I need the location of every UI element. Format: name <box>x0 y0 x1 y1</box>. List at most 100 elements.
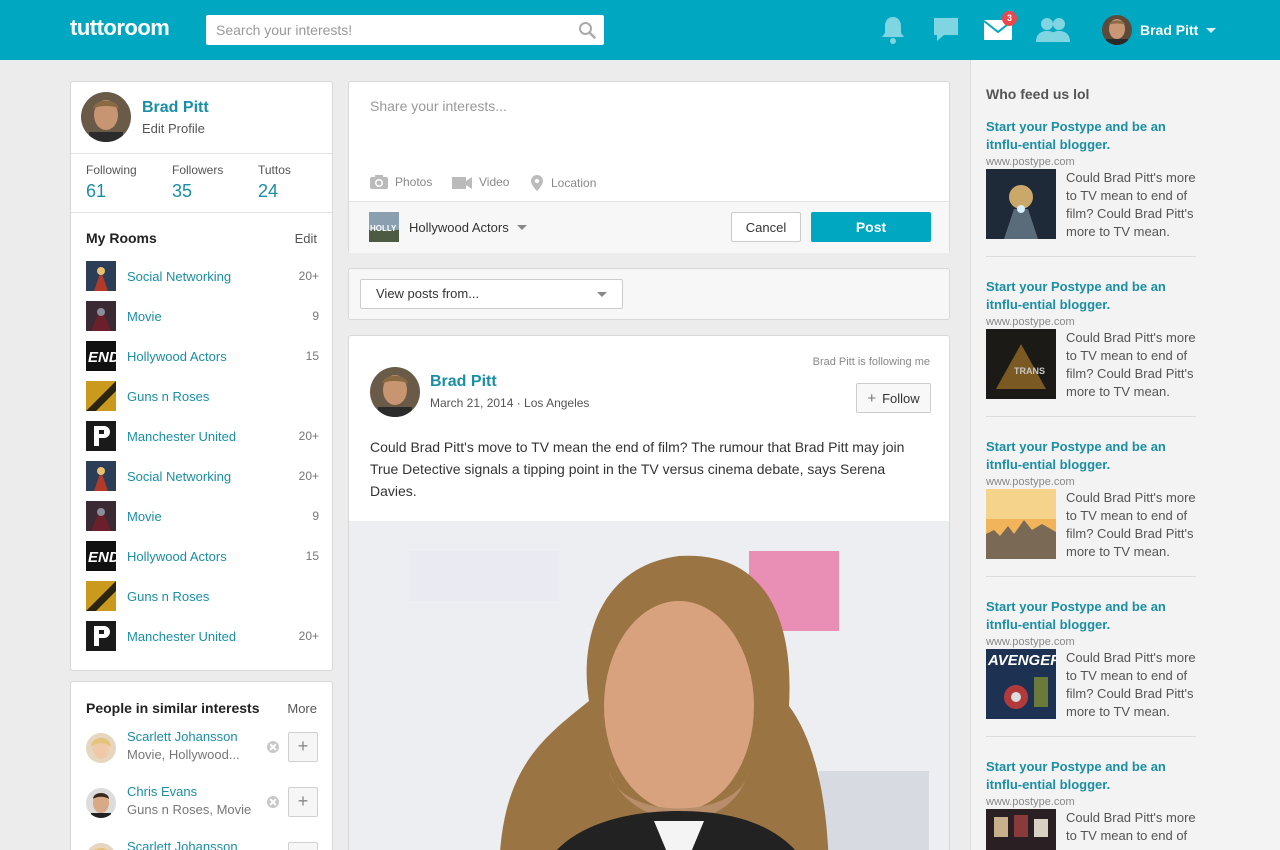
feed-item[interactable]: Start your Postype and be an itnflu-enti… <box>986 278 1196 418</box>
stat-tuttos[interactable]: Tuttos 24 <box>258 163 291 202</box>
room-item[interactable]: Social Networking 20+ <box>86 261 319 291</box>
divider <box>71 212 332 213</box>
room-thumbnail: END <box>86 341 116 371</box>
feed-item[interactable]: Start your Postype and be an itnflu-enti… <box>986 598 1196 738</box>
room-count: 20+ <box>298 469 319 483</box>
profile-card: Brad Pitt Edit Profile Following 61 Foll… <box>70 81 333 671</box>
camera-icon <box>370 175 388 189</box>
feed-title[interactable]: Start your Postype and be an itnflu-enti… <box>986 118 1196 154</box>
room-item[interactable]: Guns n Roses <box>86 381 319 411</box>
chevron-down-icon <box>1206 27 1217 33</box>
attach-photos-button[interactable]: Photos <box>369 174 432 190</box>
feed-description: Could Brad Pitt's more to TV mean to end… <box>1066 490 1196 559</box>
person-interests: Movie, Hollywood... <box>127 747 240 762</box>
room-item[interactable]: Manchester United 20+ <box>86 421 319 451</box>
chat-icon[interactable] <box>932 14 960 46</box>
feed-title[interactable]: Start your Postype and be an itnflu-enti… <box>986 438 1196 474</box>
stat-label: Following <box>86 163 137 177</box>
attach-location-button[interactable]: Location <box>529 174 596 192</box>
feed-url: www.postype.com <box>986 476 1075 488</box>
mail-badge: 3 <box>1002 11 1017 26</box>
person-name[interactable]: Scarlett Johansson <box>127 839 238 850</box>
divider <box>986 736 1196 737</box>
feed-title[interactable]: Start your Postype and be an itnflu-enti… <box>986 598 1196 634</box>
room-name: Movie <box>127 308 162 324</box>
profile-avatar[interactable] <box>81 92 131 142</box>
dismiss-icon[interactable] <box>267 796 279 808</box>
room-select[interactable]: HOLLY Hollywood Actors <box>369 212 527 242</box>
room-name: Guns n Roses <box>127 588 210 604</box>
add-person-button[interactable]: + <box>288 842 318 850</box>
room-item[interactable]: Movie 9 <box>86 501 319 531</box>
edit-profile-link[interactable]: Edit Profile <box>142 121 209 136</box>
room-count: 20+ <box>298 629 319 643</box>
person-avatar[interactable] <box>86 733 116 763</box>
room-item[interactable]: END Hollywood Actors 15 <box>86 341 319 371</box>
user-menu[interactable]: Brad Pitt <box>1102 15 1217 45</box>
user-name: Brad Pitt <box>1140 22 1199 38</box>
attach-label: Location <box>551 176 597 190</box>
feed-title[interactable]: Start your Postype and be an itnflu-enti… <box>986 758 1196 794</box>
person-item: Scarlett Johansson + <box>86 839 319 850</box>
room-item[interactable]: Social Networking 20+ <box>86 461 319 491</box>
video-icon <box>452 177 472 189</box>
person-name[interactable]: Scarlett Johansson <box>127 729 238 744</box>
attach-label: Photos <box>395 175 433 189</box>
profile-name[interactable]: Brad Pitt <box>142 99 209 117</box>
search-box <box>206 15 604 45</box>
room-thumbnail: END <box>86 541 116 571</box>
room-name: Manchester United <box>127 428 237 444</box>
bell-icon[interactable] <box>880 14 906 46</box>
room-name: Hollywood Actors <box>127 348 227 364</box>
post-photo[interactable] <box>349 521 950 850</box>
share-input[interactable]: Share your interests... <box>370 98 507 114</box>
room-count: 20+ <box>298 269 319 283</box>
room-select-label: Hollywood Actors <box>409 219 509 235</box>
add-person-button[interactable]: + <box>288 732 318 762</box>
rooms-edit-link[interactable]: Edit <box>295 231 317 246</box>
feed-item[interactable]: Start your Postype and be an itnflu-enti… <box>986 438 1196 578</box>
divider <box>986 416 1196 417</box>
stat-followers[interactable]: Followers 35 <box>172 163 223 202</box>
room-item[interactable]: Movie 9 <box>86 301 319 331</box>
person-name[interactable]: Chris Evans <box>127 784 197 799</box>
stat-value: 61 <box>86 181 107 201</box>
feed-description: Could Brad Pitt's more to TV mean to end… <box>1066 810 1196 843</box>
stat-value: 35 <box>172 181 193 201</box>
people-more-link[interactable]: More <box>287 701 317 716</box>
attach-label: Video <box>479 175 510 189</box>
divider <box>71 153 332 154</box>
friends-icon[interactable] <box>1035 14 1071 46</box>
room-name: Social Networking <box>127 268 232 284</box>
add-person-button[interactable]: + <box>288 787 318 817</box>
room-item[interactable]: END Hollywood Actors 15 <box>86 541 319 571</box>
feed-thumbnail <box>986 489 1056 559</box>
attach-video-button[interactable]: Video <box>451 174 509 190</box>
search-input[interactable] <box>206 15 566 45</box>
cancel-button[interactable]: Cancel <box>731 212 801 242</box>
people-title: People in similar interests <box>86 700 260 716</box>
person-avatar[interactable] <box>86 788 116 818</box>
top-bar: tuttoroom 3 Brad Pitt <box>0 0 1280 60</box>
person-avatar[interactable] <box>86 843 116 850</box>
feed-item[interactable]: Start your Postype and be an itnflu-enti… <box>986 758 1196 850</box>
room-count: 20+ <box>298 429 319 443</box>
room-item[interactable]: Manchester United 20+ <box>86 621 319 651</box>
stat-following[interactable]: Following 61 <box>86 163 137 202</box>
feed-item[interactable]: Start your Postype and be an itnflu-enti… <box>986 118 1196 258</box>
stat-label: Tuttos <box>258 163 291 177</box>
search-icon[interactable] <box>578 21 596 39</box>
feed-title[interactable]: Start your Postype and be an itnflu-enti… <box>986 278 1196 314</box>
feed-thumbnail <box>986 809 1056 850</box>
room-item[interactable]: Guns n Roses <box>86 581 319 611</box>
post-author-name[interactable]: Brad Pitt <box>430 373 497 391</box>
person-interests: Guns n Roses, Movie <box>127 802 252 817</box>
post-button[interactable]: Post <box>811 212 931 242</box>
dismiss-icon[interactable] <box>267 741 279 753</box>
logo[interactable]: tuttoroom <box>70 15 170 41</box>
follow-button[interactable]: + Follow <box>856 383 931 413</box>
post-author-avatar[interactable] <box>370 367 420 417</box>
svg-text:HOLLY: HOLLY <box>370 224 397 233</box>
view-posts-select[interactable]: View posts from... <box>360 279 623 309</box>
rooms-title: My Rooms <box>86 230 157 246</box>
